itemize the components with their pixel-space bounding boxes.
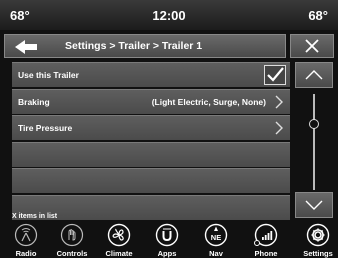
gear-icon <box>306 223 330 247</box>
close-button[interactable] <box>290 34 334 58</box>
chevron-down-icon <box>305 200 323 210</box>
close-icon <box>305 39 319 53</box>
breadcrumb: Settings > Trailer > Trailer 1 <box>65 40 203 52</box>
list-item-empty <box>12 168 290 193</box>
list-item-empty <box>12 141 290 167</box>
scrollbar-thumb[interactable] <box>309 119 319 129</box>
settings-list: Use this Trailer Braking (Light Electric… <box>12 62 290 221</box>
clock: 12:00 <box>152 8 186 23</box>
climate-icon <box>107 223 131 247</box>
bottom-dock: Radio Controls Climate Apps NE Nav Phone… <box>0 221 338 258</box>
items-count-note: X items in list <box>12 213 58 220</box>
list-item-label: Braking <box>18 96 50 107</box>
list-item-label: Use this Trailer <box>18 70 79 80</box>
scroll-up-button[interactable] <box>295 62 333 88</box>
list-item-label: Tire Pressure <box>18 123 73 133</box>
phone-icon <box>254 223 278 247</box>
status-bar: 68° 12:00 68° <box>0 0 338 30</box>
dock-apps[interactable]: Apps <box>145 223 189 258</box>
compass-icon: NE <box>204 223 228 247</box>
dock-label: Phone <box>254 249 278 258</box>
list-item-tire-pressure[interactable]: Tire Pressure <box>12 115 290 140</box>
use-trailer-checkbox[interactable] <box>264 65 286 85</box>
dock-controls[interactable]: Controls <box>50 223 94 258</box>
svg-text:NE: NE <box>211 233 221 242</box>
dock-label: Nav <box>209 249 223 258</box>
back-button[interactable] <box>13 39 47 55</box>
scroll-down-button[interactable] <box>295 192 333 218</box>
dock-climate[interactable]: Climate <box>97 223 141 258</box>
dock-nav[interactable]: NE Nav <box>194 223 238 258</box>
chevron-right-icon <box>275 95 283 108</box>
passenger-temperature[interactable]: 68° <box>308 8 328 23</box>
chevron-up-icon <box>305 70 323 80</box>
apps-icon <box>155 223 179 247</box>
list-item-use-this-trailer[interactable]: Use this Trailer <box>12 62 290 87</box>
back-arrow-icon <box>15 40 37 54</box>
breadcrumb-header: Settings > Trailer > Trailer 1 <box>4 34 286 58</box>
dock-phone[interactable]: Phone <box>244 223 288 258</box>
controls-icon <box>60 223 84 247</box>
dock-settings[interactable]: Settings <box>296 223 338 258</box>
dock-label: Apps <box>157 249 177 258</box>
radio-icon <box>14 223 38 247</box>
dock-label: Settings <box>303 249 333 258</box>
checkmark-icon <box>267 67 284 82</box>
chevron-right-icon <box>275 121 283 135</box>
scrollbar-track[interactable] <box>313 94 315 190</box>
list-item-braking[interactable]: Braking (Light Electric, Surge, None) <box>12 88 290 114</box>
list-item-value: (Light Electric, Surge, None) <box>151 96 266 107</box>
dock-radio[interactable]: Radio <box>4 223 48 258</box>
